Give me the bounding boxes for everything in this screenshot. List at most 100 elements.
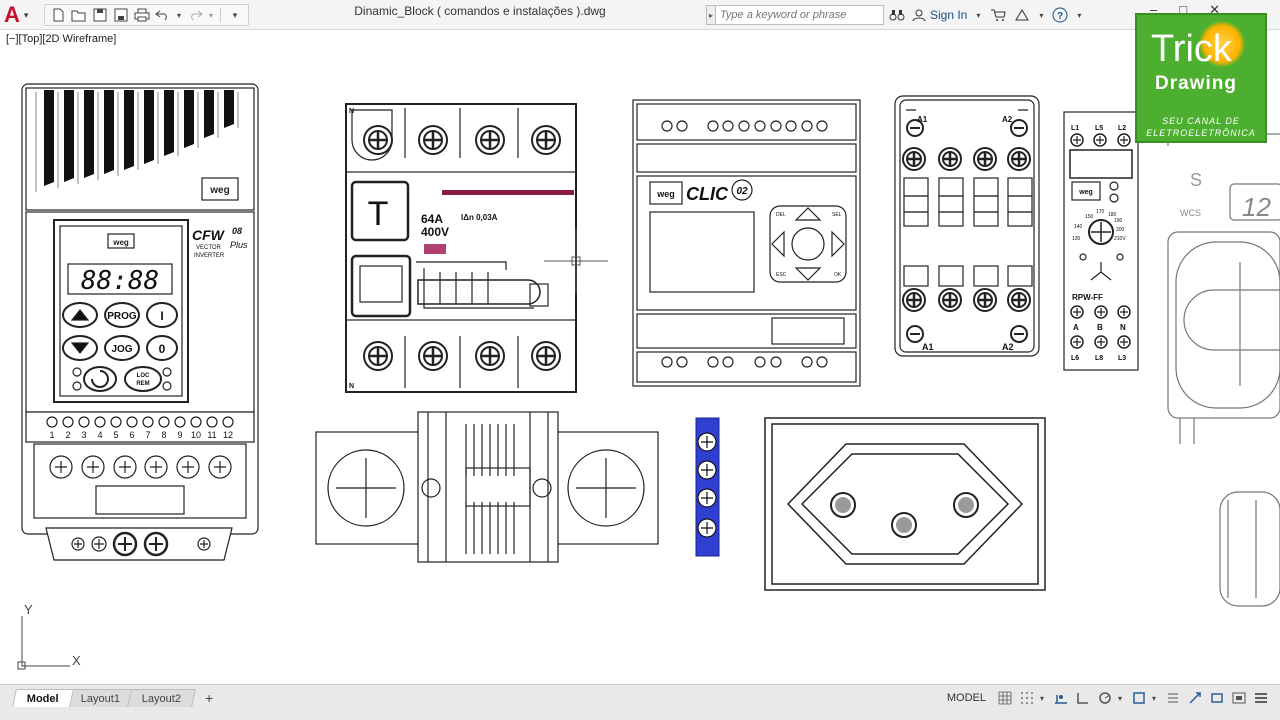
add-layout-button[interactable]: +	[200, 689, 218, 707]
expand-search-button[interactable]: ▸	[706, 5, 716, 25]
title-bar: A ▾ ▾ ▾ ▾ Dinamic_Block ( comandos e ins…	[0, 0, 1280, 30]
contactor-block[interactable]: A1 A2 A1 A2	[894, 95, 1040, 357]
infer-constraints-toggle[interactable]	[1052, 690, 1070, 706]
partial-socket-block[interactable]: S 12	[1167, 133, 1280, 607]
undo-button[interactable]	[154, 6, 172, 24]
tab-model[interactable]: Model	[12, 689, 74, 707]
inverter-display: 88:88	[81, 266, 159, 296]
stay-connected-dropdown[interactable]: ▾	[1037, 6, 1045, 24]
terminal-label: 10	[191, 430, 201, 440]
ucs-icon: Y X	[17, 602, 81, 670]
terminal-label: 3	[81, 430, 86, 440]
relay-top-terminal: L2	[1118, 125, 1126, 132]
keypad-brand: weg	[112, 238, 129, 247]
drawing-canvas[interactable]: weg weg 88:88 PROG I JOG 0 LOC REM CFW 0…	[0, 30, 1280, 684]
save-as-icon	[114, 8, 128, 22]
autocad-logo-icon: A	[4, 2, 20, 27]
tab-layout1-label: Layout1	[80, 692, 120, 705]
relay-mid-terminal: B	[1097, 323, 1103, 332]
search-button[interactable]	[888, 6, 906, 24]
stay-connected-button[interactable]	[1013, 6, 1031, 24]
busbar-block[interactable]	[315, 411, 659, 563]
folder-open-icon	[71, 10, 86, 22]
tab-layout2[interactable]: Layout2	[127, 689, 197, 707]
object-snap-toggle[interactable]	[1130, 690, 1148, 706]
clp-model: CLIC	[686, 184, 729, 204]
drawing-area[interactable]: weg weg 88:88 PROG I JOG 0 LOC REM CFW 0…	[0, 30, 1280, 684]
clp-key-del: DEL	[776, 212, 786, 218]
phase-relay-block[interactable]: L1 L5 L2 weg 150 170 180 190 200 210V 14…	[1063, 111, 1139, 371]
prog-key-label: PROG	[107, 311, 137, 322]
open-button[interactable]	[70, 6, 88, 24]
residual-breaker-block[interactable]: T 64A 400V IΔn 0,03A N N	[345, 103, 577, 393]
inverter-type-line2: INVERTER	[194, 253, 225, 259]
info-center: Sign In ▾ ▾ ? ▾	[888, 4, 1083, 26]
grid-toggle[interactable]	[996, 690, 1014, 706]
new-file-button[interactable]	[49, 6, 67, 24]
ortho-toggle[interactable]	[1074, 690, 1092, 706]
clp-brand: weg	[656, 189, 675, 199]
relay-mid-terminal: N	[1120, 323, 1126, 332]
relay-scale: 190	[1114, 218, 1123, 224]
save-as-button[interactable]	[112, 6, 130, 24]
redo-icon	[191, 10, 203, 21]
watermark-line2: Drawing	[1155, 73, 1237, 94]
customization-menu-button[interactable]	[1252, 690, 1270, 706]
help-dropdown[interactable]: ▾	[1075, 6, 1083, 24]
undo-dropdown[interactable]: ▾	[175, 6, 183, 24]
snap-dropdown[interactable]: ▾	[1040, 694, 1048, 703]
tab-model-label: Model	[26, 692, 59, 705]
layout-tabs: Model Layout1 Layout2 +	[12, 687, 218, 707]
watermark-line1: Trick	[1151, 28, 1232, 70]
cart-icon	[991, 9, 1006, 21]
toolbar-divider	[220, 8, 221, 22]
sign-in-button[interactable]: Sign In	[912, 8, 967, 22]
workspace-switch-button[interactable]	[1208, 690, 1226, 706]
printer-icon	[134, 8, 150, 22]
inverter-block[interactable]: weg weg 88:88 PROG I JOG 0 LOC REM CFW 0…	[21, 83, 259, 561]
relay-scale-left: 140	[1074, 224, 1083, 230]
object-snap-dropdown[interactable]: ▾	[1152, 694, 1160, 703]
relay-mid-terminal: A	[1073, 323, 1079, 332]
user-icon	[912, 9, 926, 22]
pole-n-top: N	[349, 108, 354, 115]
tab-layout1[interactable]: Layout1	[65, 689, 135, 707]
clp-key-esc: ESC	[776, 272, 787, 278]
terminal-label: 1	[49, 430, 54, 440]
plot-button[interactable]	[133, 6, 151, 24]
wcs-label[interactable]: WCS	[1180, 208, 1201, 218]
terminal-label: 9	[177, 430, 182, 440]
help-button[interactable]: ?	[1051, 6, 1069, 24]
lineweight-toggle[interactable]	[1164, 690, 1182, 706]
redo-dropdown[interactable]: ▾	[207, 6, 215, 24]
object-snap-icon	[1133, 692, 1145, 704]
relay-bottom-terminal: L3	[1118, 355, 1126, 362]
outlet-block[interactable]	[764, 417, 1046, 591]
annotation-scale-button[interactable]	[1186, 690, 1204, 706]
breaker-sensitivity: IΔn 0,03A	[461, 213, 498, 222]
autodesk-app-store-button[interactable]	[989, 6, 1007, 24]
save-button[interactable]	[91, 6, 109, 24]
layout-tab-bar: Model Layout1 Layout2 + MODEL ▾ ▾ ▾	[0, 684, 1280, 720]
terminal-strip-block[interactable]	[695, 417, 720, 557]
polar-dropdown[interactable]: ▾	[1118, 694, 1126, 703]
customize-toolbar-button[interactable]: ▾	[226, 6, 244, 24]
application-menu-button[interactable]: A ▾	[4, 3, 38, 27]
chevron-down-icon: ▾	[23, 9, 29, 20]
snap-toggle[interactable]	[1018, 690, 1036, 706]
clp-block[interactable]: weg CLIC 02 DEL SEL ESC OK	[632, 99, 861, 387]
model-space-button[interactable]: MODEL	[947, 692, 986, 704]
polar-toggle[interactable]	[1096, 690, 1114, 706]
stop-key-label: 0	[159, 342, 166, 356]
search-input[interactable]	[716, 5, 884, 25]
redo-button[interactable]	[186, 6, 204, 24]
inverter-type-line1: VECTOR	[196, 245, 222, 251]
loc-key-label: LOC	[137, 373, 150, 379]
channel-watermark: Trick Drawing SEU CANAL DE ELETROELETRÔN…	[1135, 13, 1267, 143]
relay-bottom-terminal: L6	[1071, 355, 1079, 362]
inverter-model-plus: Plus	[230, 240, 248, 250]
fullscreen-button[interactable]	[1230, 690, 1248, 706]
viewport-controls-label[interactable]: [−][Top][2D Wireframe]	[6, 33, 116, 45]
watermark-sub2: ELETROELETRÔNICA	[1146, 128, 1256, 138]
sign-in-dropdown[interactable]: ▾	[973, 6, 983, 24]
